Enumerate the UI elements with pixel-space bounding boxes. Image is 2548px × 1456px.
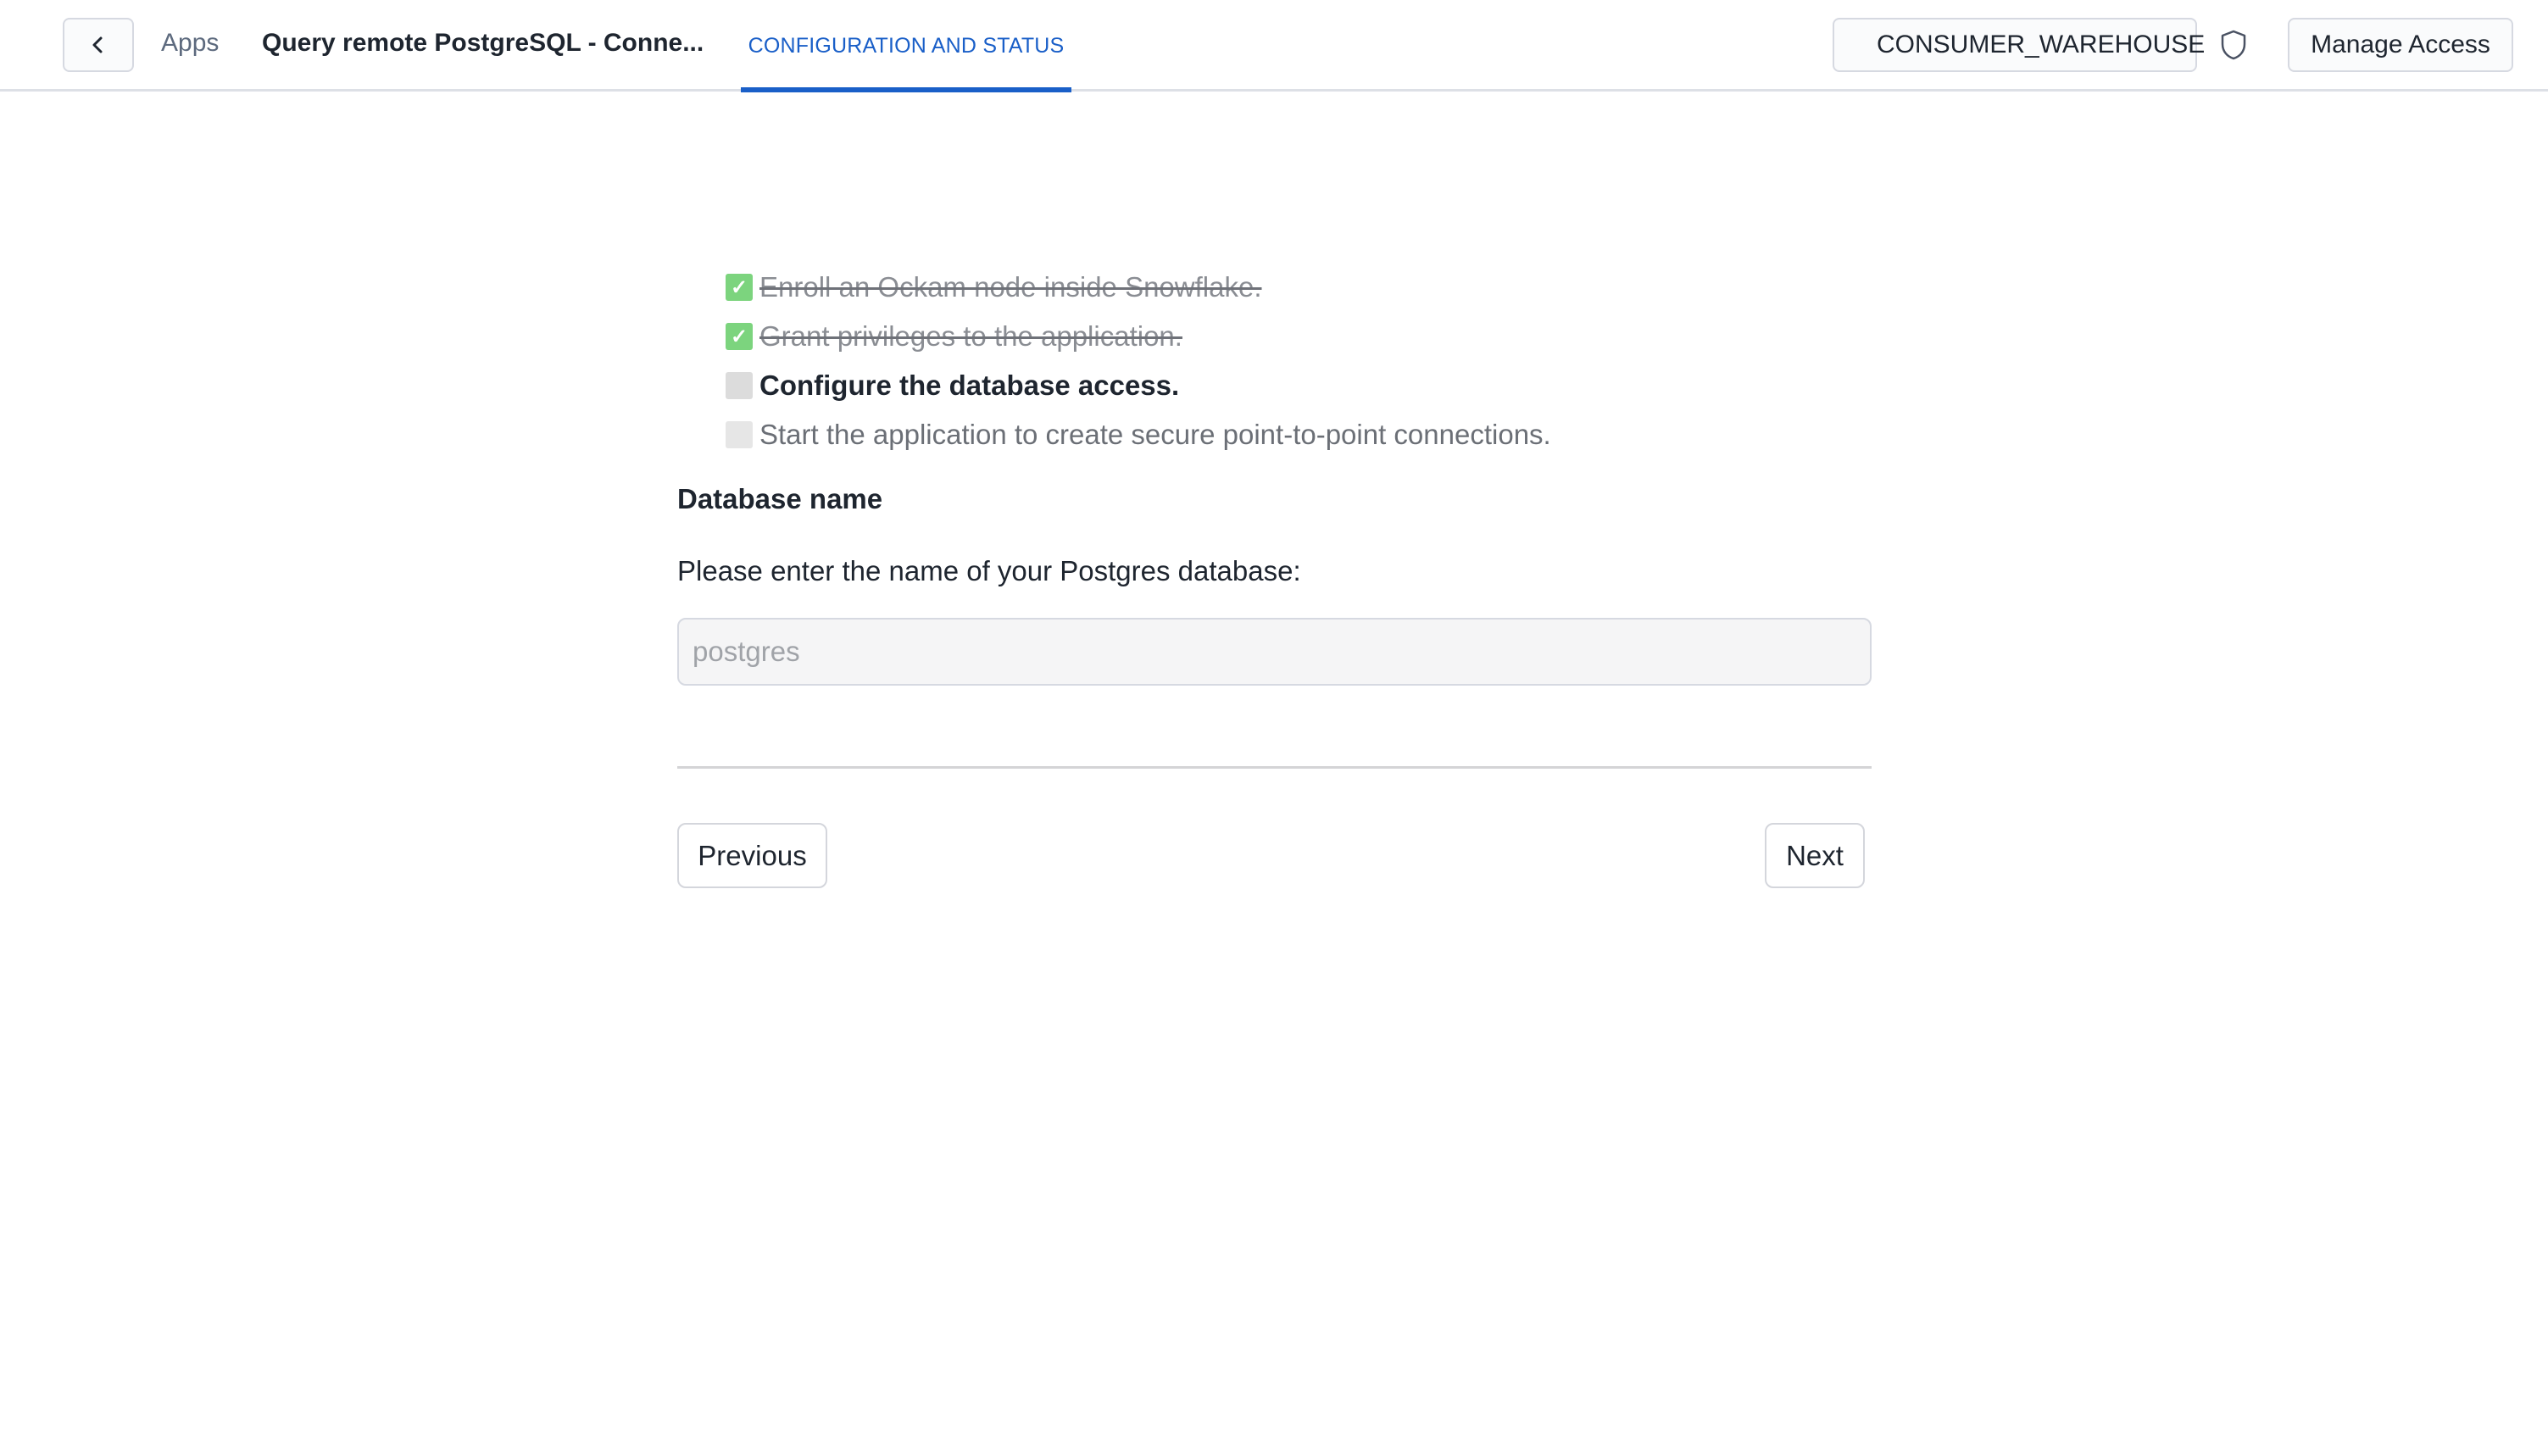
- checklist-item-label: Start the application to create secure p…: [759, 419, 1551, 450]
- shield-icon[interactable]: [2219, 29, 2248, 61]
- checklist-item-label: Enroll an Ockam node inside Snowflake.: [759, 271, 1262, 303]
- checklist-item: ✓ Enroll an Ockam node inside Snowflake.: [726, 263, 1551, 312]
- checklist-item-label: Configure the database access.: [759, 370, 1180, 401]
- active-tab-indicator: [741, 87, 1071, 92]
- warehouse-selector[interactable]: CONSUMER_WAREHOUSE: [1833, 18, 2205, 72]
- section-title: Database name: [677, 483, 883, 514]
- top-bar: Apps Query remote PostgreSQL - Conne... …: [0, 0, 2548, 92]
- manage-access-button[interactable]: Manage Access: [2288, 18, 2513, 72]
- warehouse-name: CONSUMER_WAREHOUSE: [1877, 31, 2206, 58]
- divider: [677, 766, 1872, 769]
- breadcrumb-apps-link[interactable]: Apps: [161, 29, 219, 58]
- checkbox-checked-icon: ✓: [726, 323, 753, 350]
- database-name-prompt: Please enter the name of your Postgres d…: [677, 555, 1301, 586]
- next-button[interactable]: Next: [1765, 823, 1865, 888]
- app-title: Query remote PostgreSQL - Conne...: [262, 29, 704, 57]
- checklist-item: Start the application to create secure p…: [726, 410, 1551, 459]
- checklist-item-current: Configure the database access.: [726, 361, 1551, 410]
- checklist-item: ✓ Grant privileges to the application.: [726, 312, 1551, 361]
- database-name-input[interactable]: [677, 618, 1872, 686]
- checkbox-checked-icon: ✓: [726, 274, 753, 301]
- setup-checklist: ✓ Enroll an Ockam node inside Snowflake.…: [726, 263, 1551, 459]
- checkbox-unchecked-icon: [726, 372, 753, 399]
- previous-button[interactable]: Previous: [677, 823, 827, 888]
- back-button[interactable]: [63, 18, 134, 72]
- tab-configuration-and-status[interactable]: CONFIGURATION AND STATUS: [741, 0, 1071, 92]
- chevron-left-icon: [92, 36, 103, 53]
- checklist-item-label: Grant privileges to the application.: [759, 320, 1182, 352]
- checkbox-unchecked-icon: [726, 421, 753, 448]
